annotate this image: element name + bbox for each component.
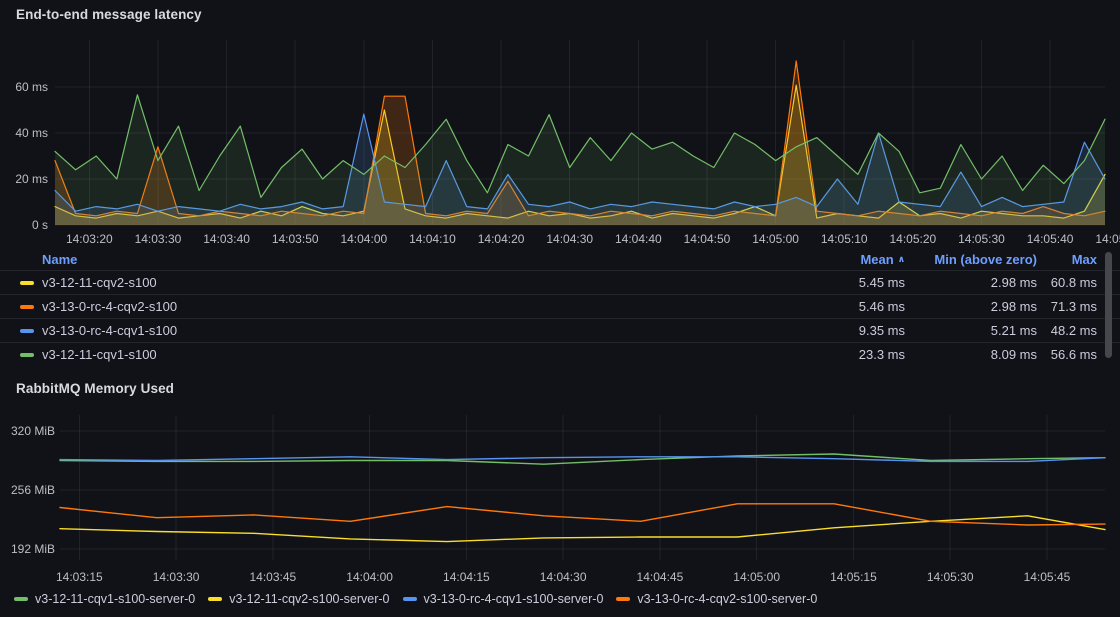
x-tick-label: 14:05:15 bbox=[830, 570, 877, 584]
series-color-dash-icon bbox=[20, 305, 34, 309]
column-header-mean[interactable]: Mean∧ bbox=[785, 252, 905, 267]
y-tick-label: 0 s bbox=[32, 218, 48, 232]
table-row: v3-13-0-rc-4-cqv2-s100 5.46 ms 2.98 ms 7… bbox=[0, 294, 1120, 318]
y-tick-label: 60 ms bbox=[15, 80, 48, 94]
mean-value: 5.45 ms bbox=[785, 275, 905, 290]
x-tick-label: 14:04:20 bbox=[478, 232, 525, 246]
x-tick-label: 14:05:30 bbox=[958, 232, 1005, 246]
x-tick-label: 14:03:15 bbox=[56, 570, 103, 584]
x-tick-label: 14:05:00 bbox=[752, 232, 799, 246]
series-toggle[interactable]: v3-13-0-rc-4-cqv2-s100 bbox=[0, 299, 785, 314]
x-tick-label: 14:04:30 bbox=[540, 570, 587, 584]
series-toggle[interactable]: v3-12-11-cqv2-s100 bbox=[0, 275, 785, 290]
legend-table-header: Name Mean∧ Min (above zero) Max bbox=[0, 248, 1120, 270]
series-line-v3-12-11-cqv2-s100-server-0 bbox=[60, 516, 1105, 542]
memory-chart-legend: v3-12-11-cqv1-s100-server-0 v3-12-11-cqv… bbox=[14, 592, 817, 606]
series-color-dash-icon bbox=[20, 329, 34, 333]
grafana-dashboard: End-to-end message latency 0 s20 ms40 ms… bbox=[0, 0, 1120, 617]
series-toggle[interactable]: v3-12-11-cqv2-s100-server-0 bbox=[208, 592, 389, 606]
series-name: v3-13-0-rc-4-cqv2-s100-server-0 bbox=[637, 592, 817, 606]
series-name: v3-13-0-rc-4-cqv1-s100-server-0 bbox=[424, 592, 604, 606]
min-value: 5.21 ms bbox=[905, 323, 1037, 338]
x-tick-label: 14:05:30 bbox=[927, 570, 974, 584]
series-color-dash-icon bbox=[403, 597, 417, 601]
min-value: 2.98 ms bbox=[905, 299, 1037, 314]
x-tick-label: 14:04:15 bbox=[443, 570, 490, 584]
memory-chart[interactable]: 192 MiB 256 MiB 320 MiB 14:03:15 14:03:30 14:… bbox=[0, 405, 1120, 590]
x-tick-label: 14:04:00 bbox=[346, 570, 393, 584]
y-tick-label: 320 MiB bbox=[11, 424, 55, 438]
series-line-v3-13-0-rc-4-cqv2-s100-server-0 bbox=[60, 504, 1105, 525]
x-tick-label: 14:04:50 bbox=[684, 232, 731, 246]
x-tick-label: 14:03:20 bbox=[66, 232, 113, 246]
mean-value: 23.3 ms bbox=[785, 347, 905, 362]
min-value: 8.09 ms bbox=[905, 347, 1037, 362]
column-header-name[interactable]: Name bbox=[0, 252, 785, 267]
x-tick-label: 14:03:30 bbox=[153, 570, 200, 584]
x-tick-label: 14:05:20 bbox=[889, 232, 936, 246]
series-name: v3-13-0-rc-4-cqv2-s100 bbox=[42, 299, 177, 314]
y-tick-label: 192 MiB bbox=[11, 542, 55, 556]
series-name: v3-12-11-cqv1-s100 bbox=[42, 347, 157, 362]
series-color-dash-icon bbox=[20, 281, 34, 285]
series-name: v3-12-11-cqv1-s100-server-0 bbox=[35, 592, 195, 606]
x-tick-label: 14:04:30 bbox=[546, 232, 593, 246]
max-value: 60.8 ms bbox=[1037, 275, 1097, 290]
series-toggle[interactable]: v3-12-11-cqv1-s100-server-0 bbox=[14, 592, 195, 606]
table-row: v3-13-0-rc-4-cqv1-s100 9.35 ms 5.21 ms 4… bbox=[0, 318, 1120, 342]
x-tick-label: 14:05:45 bbox=[1024, 570, 1071, 584]
legend-scrollbar[interactable] bbox=[1105, 252, 1112, 358]
x-tick-label: 14:05:10 bbox=[821, 232, 868, 246]
x-tick-label: 14:05:00 bbox=[733, 570, 780, 584]
table-row: v3-12-11-cqv1-s100 23.3 ms 8.09 ms 56.6 … bbox=[0, 342, 1120, 366]
series-name: v3-12-11-cqv2-s100-server-0 bbox=[229, 592, 389, 606]
sort-ascending-icon: ∧ bbox=[898, 254, 905, 264]
latency-legend-table: Name Mean∧ Min (above zero) Max v3-12-11… bbox=[0, 248, 1120, 366]
y-tick-label: 40 ms bbox=[15, 126, 48, 140]
column-header-max[interactable]: Max bbox=[1037, 252, 1097, 267]
x-tick-label: 14:04:10 bbox=[409, 232, 456, 246]
x-tick-label: 14:05:50 bbox=[1095, 232, 1120, 246]
x-tick-label: 14:03:30 bbox=[135, 232, 182, 246]
series-toggle[interactable]: v3-13-0-rc-4-cqv2-s100-server-0 bbox=[616, 592, 817, 606]
panel-title-memory[interactable]: RabbitMQ Memory Used bbox=[16, 381, 174, 396]
series-fill bbox=[55, 95, 1105, 225]
x-tick-label: 14:03:50 bbox=[272, 232, 319, 246]
latency-chart[interactable]: 0 s 20 ms 40 ms 60 ms 14:03:20 14:03:30 14:03:… bbox=[0, 0, 1120, 248]
column-header-min[interactable]: Min (above zero) bbox=[905, 252, 1037, 267]
max-value: 56.6 ms bbox=[1037, 347, 1097, 362]
x-tick-label: 14:04:45 bbox=[637, 570, 684, 584]
series-toggle[interactable]: v3-12-11-cqv1-s100 bbox=[0, 347, 785, 362]
series-color-dash-icon bbox=[616, 597, 630, 601]
table-row: v3-12-11-cqv2-s100 5.45 ms 2.98 ms 60.8 … bbox=[0, 270, 1120, 294]
series-name: v3-13-0-rc-4-cqv1-s100 bbox=[42, 323, 177, 338]
max-value: 71.3 ms bbox=[1037, 299, 1097, 314]
series-toggle[interactable]: v3-13-0-rc-4-cqv1-s100 bbox=[0, 323, 785, 338]
mean-value: 5.46 ms bbox=[785, 299, 905, 314]
series-color-dash-icon bbox=[20, 353, 34, 357]
x-tick-label: 14:03:40 bbox=[203, 232, 250, 246]
x-tick-label: 14:05:40 bbox=[1027, 232, 1074, 246]
max-value: 48.2 ms bbox=[1037, 323, 1097, 338]
series-name: v3-12-11-cqv2-s100 bbox=[42, 275, 157, 290]
series-toggle[interactable]: v3-13-0-rc-4-cqv1-s100-server-0 bbox=[403, 592, 604, 606]
x-tick-label: 14:04:00 bbox=[340, 232, 387, 246]
y-tick-label: 256 MiB bbox=[11, 483, 55, 497]
x-tick-label: 14:03:45 bbox=[250, 570, 297, 584]
x-tick-label: 14:04:40 bbox=[615, 232, 662, 246]
mean-value: 9.35 ms bbox=[785, 323, 905, 338]
series-color-dash-icon bbox=[208, 597, 222, 601]
series-color-dash-icon bbox=[14, 597, 28, 601]
y-tick-label: 20 ms bbox=[15, 172, 48, 186]
min-value: 2.98 ms bbox=[905, 275, 1037, 290]
